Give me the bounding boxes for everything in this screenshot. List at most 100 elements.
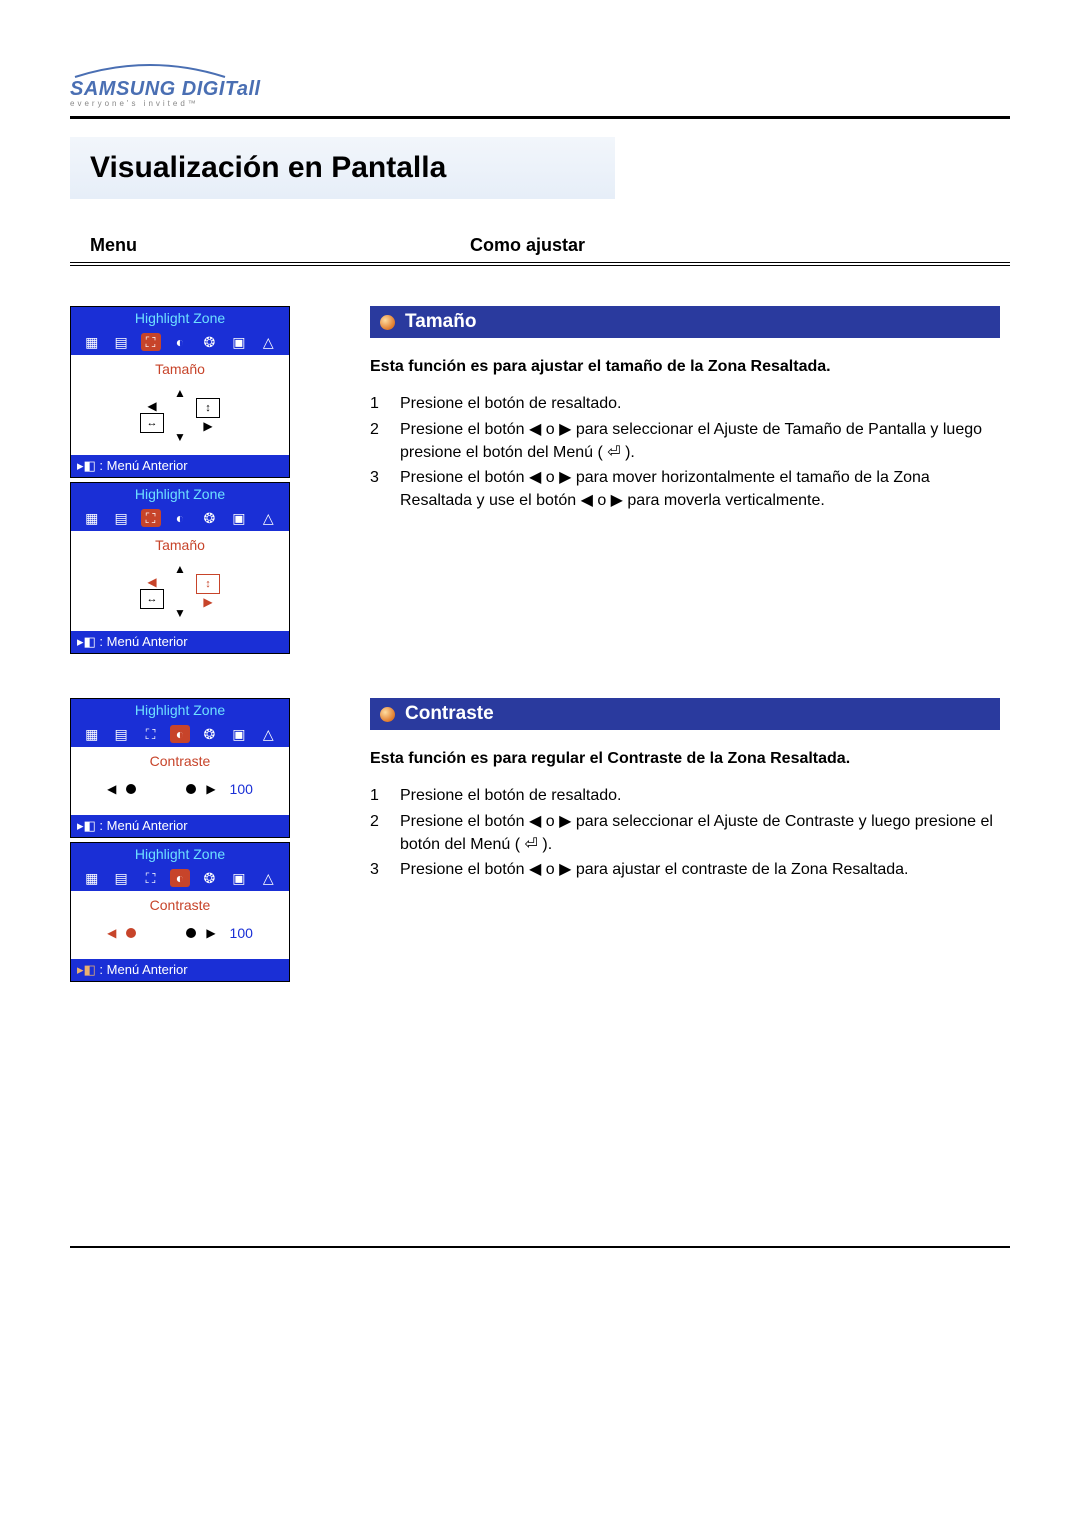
osd-icon-contrast-selected: ◐ xyxy=(170,869,190,887)
osd-icon: ▣ xyxy=(229,725,249,743)
osd-label: Tamaño xyxy=(71,537,289,553)
instructions-tamano: Tamaño Esta función es para ajustar el t… xyxy=(370,306,1010,514)
osd-icon-size-selected: ⛶ xyxy=(141,509,161,527)
osd-icon: ▣ xyxy=(229,869,249,887)
osd-label: Tamaño xyxy=(71,361,289,377)
osd-title: Highlight Zone xyxy=(71,483,289,505)
arrow-down-icon: ▼ xyxy=(174,430,186,444)
slider-knob-active xyxy=(126,928,136,938)
header-adjust: Como ajustar xyxy=(470,235,990,256)
osd-icon: ▦ xyxy=(82,509,102,527)
bullet-icon xyxy=(380,707,395,722)
section-contraste: Highlight Zone ▦ ▤ ⛶ ◐ ❂ ▣ △ Contraste ◀… xyxy=(70,698,1010,986)
osd-title: Highlight Zone xyxy=(71,699,289,721)
osd-screenshot: Highlight Zone ▦ ▤ ⛶ ◐ ❂ ▣ △ Tamaño ▲ ◀↔… xyxy=(70,482,290,654)
arrow-left-icon: ◀ xyxy=(107,782,116,796)
header-divider xyxy=(70,262,1010,266)
osd-body: Tamaño ▲ ◀↔ ↕▶ ▼ xyxy=(71,531,289,631)
osd-footer: ▸◧ : Menú Anterior xyxy=(71,959,289,981)
size-h-box: ↔ xyxy=(140,413,164,433)
osd-icon: ▦ xyxy=(82,725,102,743)
brand-logo: SAMSUNG DIGITall everyone's invited™ xyxy=(70,60,1010,108)
osd-icon: △ xyxy=(258,869,278,887)
osd-footer: ▸◧ : Menú Anterior xyxy=(71,631,289,653)
osd-title: Highlight Zone xyxy=(71,307,289,329)
section-title: Contraste xyxy=(405,703,494,725)
instructions-contraste: Contraste Esta función es para regular e… xyxy=(370,698,1010,883)
osd-icon: ❂ xyxy=(199,869,219,887)
arrow-right-icon: ▶ xyxy=(206,782,215,796)
osd-icon: △ xyxy=(258,725,278,743)
osd-screenshot: Highlight Zone ▦ ▤ ⛶ ◐ ❂ ▣ △ Contraste ◀… xyxy=(70,842,290,982)
arrow-right-icon: ▶ xyxy=(206,926,215,940)
osd-icon: ▤ xyxy=(111,333,131,351)
osd-screenshot: Highlight Zone ▦ ▤ ⛶ ◐ ❂ ▣ △ Tamaño ▲ ◀↔… xyxy=(70,306,290,478)
osd-icon-size-selected: ⛶ xyxy=(141,333,161,351)
osd-icon-row: ▦ ▤ ⛶ ◐ ❂ ▣ △ xyxy=(71,721,289,747)
step-item: Presione el botón ◀ o ▶ para mover horiz… xyxy=(370,466,1000,512)
header-menu: Menu xyxy=(90,235,470,256)
osd-label: Contraste xyxy=(71,753,289,769)
bullet-icon xyxy=(380,315,395,330)
osd-icon: △ xyxy=(258,509,278,527)
osd-icon: ◐ xyxy=(170,509,190,527)
osd-contrast-slider: ◀ ▶ 100 xyxy=(71,917,289,951)
size-v-box: ↕ xyxy=(196,398,220,418)
osd-body: Contraste ◀ ▶ 100 xyxy=(71,747,289,815)
osd-icon: ❂ xyxy=(199,725,219,743)
step-item: Presione el botón ◀ o ▶ para ajustar el … xyxy=(370,858,1000,881)
logo-swoosh xyxy=(70,61,230,79)
osd-size-widget: ▲ ◀↔ ↕▶ ▼ xyxy=(138,559,222,623)
osd-body: Tamaño ▲ ◀↔ ↕▶ ▼ xyxy=(71,355,289,455)
size-v-box-active: ↕ xyxy=(196,574,220,594)
osd-footer: ▸◧ : Menú Anterior xyxy=(71,455,289,477)
section-header-contraste: Contraste xyxy=(370,698,1000,730)
arrow-right-icon: ▶ xyxy=(203,419,212,433)
size-h-box: ↔ xyxy=(140,589,164,609)
step-item: Presione el botón de resaltado. xyxy=(370,392,1000,415)
osd-icon-row: ▦ ▤ ⛶ ◐ ❂ ▣ △ xyxy=(71,329,289,355)
osd-icon: ▣ xyxy=(229,509,249,527)
arrow-left-icon: ◀ xyxy=(147,575,156,589)
osd-thumbnails-tamano: Highlight Zone ▦ ▤ ⛶ ◐ ❂ ▣ △ Tamaño ▲ ◀↔… xyxy=(70,306,370,658)
page-title-bar: Visualización en Pantalla xyxy=(70,137,615,199)
osd-icon-row: ▦ ▤ ⛶ ◐ ❂ ▣ △ xyxy=(71,505,289,531)
osd-screenshot: Highlight Zone ▦ ▤ ⛶ ◐ ❂ ▣ △ Contraste ◀… xyxy=(70,698,290,838)
osd-icon-row: ▦ ▤ ⛶ ◐ ❂ ▣ △ xyxy=(71,865,289,891)
step-item: Presione el botón ◀ o ▶ para seleccionar… xyxy=(370,810,1000,856)
arrow-up-icon: ▲ xyxy=(174,562,186,576)
slider-value: 100 xyxy=(230,781,253,797)
osd-icon: ▦ xyxy=(82,869,102,887)
osd-title: Highlight Zone xyxy=(71,843,289,865)
top-divider xyxy=(70,116,1010,119)
steps-list: Presione el botón de resaltado. Presione… xyxy=(370,784,1000,881)
slider-value: 100 xyxy=(230,925,253,941)
arrow-right-icon: ▶ xyxy=(203,595,212,609)
steps-list: Presione el botón de resaltado. Presione… xyxy=(370,392,1000,512)
osd-icon: △ xyxy=(258,333,278,351)
osd-footer: ▸◧ : Menú Anterior xyxy=(71,815,289,837)
osd-icon: ▣ xyxy=(229,333,249,351)
osd-body: Contraste ◀ ▶ 100 xyxy=(71,891,289,959)
osd-icon: ▤ xyxy=(111,725,131,743)
slider-knob xyxy=(186,928,196,938)
osd-icon: ▦ xyxy=(82,333,102,351)
brand-name: SAMSUNG DIGITall xyxy=(70,78,1010,101)
osd-contrast-slider: ◀ ▶ 100 xyxy=(71,773,289,807)
arrow-left-icon: ◀ xyxy=(107,926,116,940)
arrow-down-icon: ▼ xyxy=(174,606,186,620)
osd-icon: ❂ xyxy=(199,333,219,351)
section-intro: Esta función es para ajustar el tamaño d… xyxy=(370,356,1000,378)
osd-icon: ▤ xyxy=(111,509,131,527)
osd-icon: ❂ xyxy=(199,509,219,527)
bottom-divider xyxy=(70,1246,1010,1248)
osd-thumbnails-contraste: Highlight Zone ▦ ▤ ⛶ ◐ ❂ ▣ △ Contraste ◀… xyxy=(70,698,370,986)
column-headers: Menu Como ajustar xyxy=(70,235,1010,262)
osd-size-widget: ▲ ◀↔ ↕▶ ▼ xyxy=(138,383,222,447)
arrow-left-icon: ◀ xyxy=(147,399,156,413)
osd-icon: ⛶ xyxy=(141,725,161,743)
step-item: Presione el botón de resaltado. xyxy=(370,784,1000,807)
section-title: Tamaño xyxy=(405,311,476,333)
step-item: Presione el botón ◀ o ▶ para seleccionar… xyxy=(370,418,1000,464)
section-header-tamano: Tamaño xyxy=(370,306,1000,338)
